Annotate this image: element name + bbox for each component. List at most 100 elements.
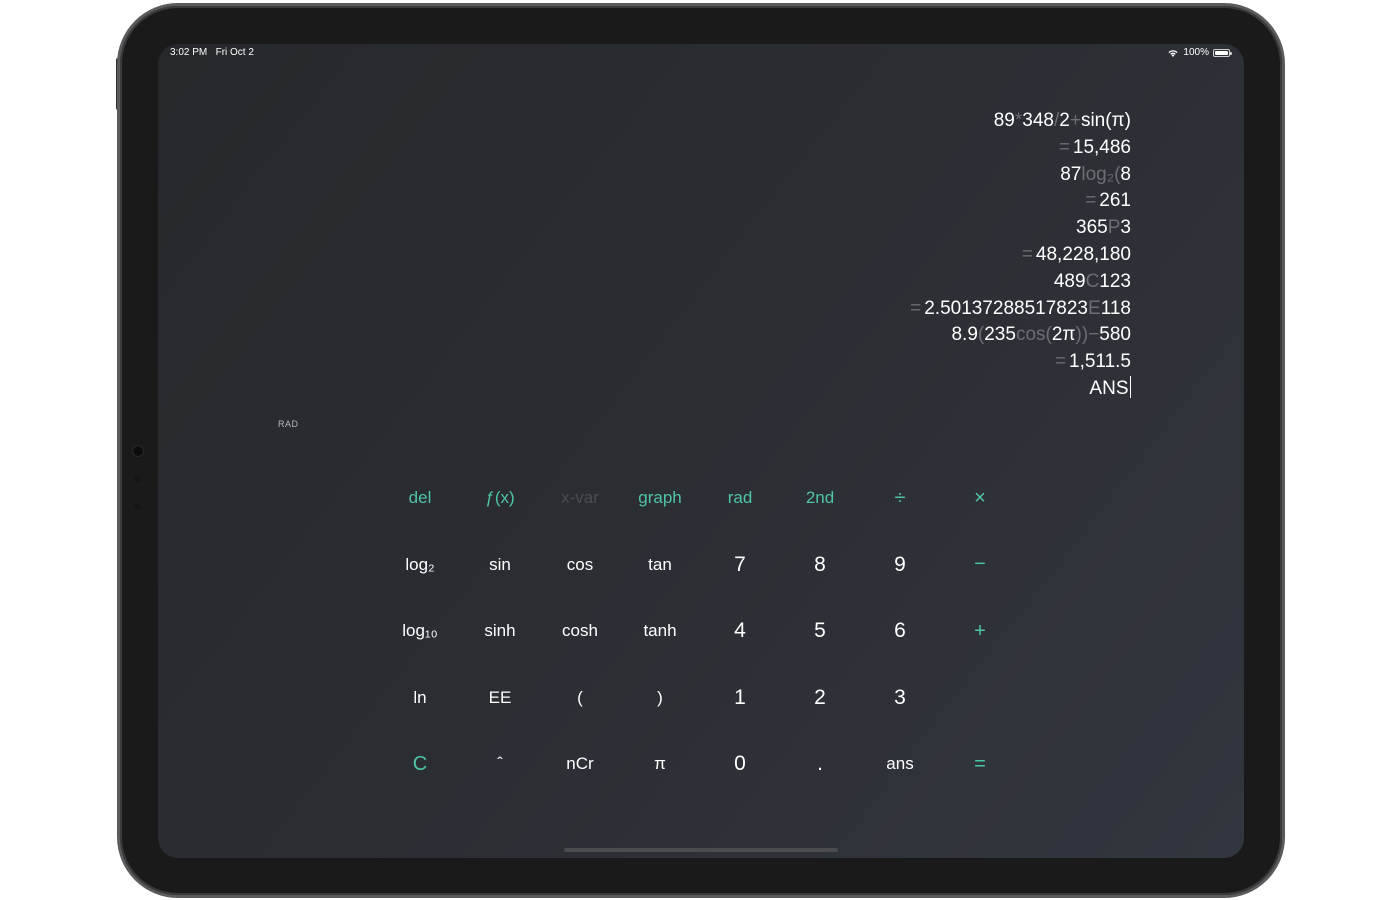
battery-fill xyxy=(1215,50,1228,55)
result-exponent: 118 xyxy=(1100,297,1131,319)
expression-operator: − xyxy=(1088,324,1100,346)
equals-sign: = xyxy=(1085,190,1097,212)
close-paren-key[interactable]: ) xyxy=(620,665,700,732)
status-date: Fri Oct 2 xyxy=(215,47,254,58)
sensor-dot xyxy=(134,503,141,510)
result-value: 48,228,180 xyxy=(1035,243,1131,265)
graph-key[interactable]: graph xyxy=(620,465,700,532)
status-bar-time: 3:02 PM Fri Oct 2 xyxy=(170,47,254,58)
keypad: del ƒ(x) x-var graph rad 2nd ÷ × log₂ sin cos tan 7 8… xyxy=(380,465,1020,798)
expression-operator: log₂( xyxy=(1081,163,1121,185)
decimal-key[interactable]: . xyxy=(780,731,860,798)
equals-sign: = xyxy=(1021,243,1033,265)
wifi-icon xyxy=(1168,49,1179,57)
history-result: = 1,511.5 xyxy=(910,349,1131,376)
expression-operand: 235 xyxy=(984,324,1016,346)
divide-key[interactable]: ÷ xyxy=(860,465,940,532)
history-expression: 489C123 xyxy=(910,269,1131,296)
del-key[interactable]: del xyxy=(380,465,460,532)
digit-2-key[interactable]: 2 xyxy=(780,665,860,732)
sin-key[interactable]: sin xyxy=(460,532,540,599)
digit-9-key[interactable]: 9 xyxy=(860,532,940,599)
sinh-key[interactable]: sinh xyxy=(460,598,540,665)
expression-operand: 87 xyxy=(1060,163,1082,185)
second-key[interactable]: 2nd xyxy=(780,465,860,532)
sensor-dot xyxy=(134,476,141,483)
expression-operand: 489 xyxy=(1053,270,1086,292)
digit-1-key[interactable]: 1 xyxy=(700,665,780,732)
expression-operand: sin(π) xyxy=(1080,110,1131,131)
cos-key[interactable]: cos xyxy=(540,532,620,599)
digit-0-key[interactable]: 0 xyxy=(700,731,780,798)
history-expression: 89*348/2+sin(π) xyxy=(910,108,1131,135)
equals-sign: = xyxy=(910,297,922,319)
calculator-screen: 3:02 PM Fri Oct 2 100% 89*348/2+sin(π) = 1… xyxy=(158,44,1244,858)
expression-operator: C xyxy=(1085,270,1100,292)
result-exponent-marker: E xyxy=(1088,297,1101,319)
expression-operand: 2 xyxy=(1059,110,1070,131)
ncr-key[interactable]: nCr xyxy=(540,731,620,798)
digit-3-key[interactable]: 3 xyxy=(860,665,940,732)
history-result: = 48,228,180 xyxy=(910,242,1131,269)
history-expression: 87log₂(8 xyxy=(910,162,1131,189)
history-result: = 261 xyxy=(910,188,1131,215)
history-result: = 2.50137288517823E118 xyxy=(910,296,1131,323)
expression-operand: 3 xyxy=(1120,217,1131,239)
front-camera xyxy=(133,446,143,456)
minus-key[interactable]: − xyxy=(940,532,1020,599)
history-result: = 15,486 xyxy=(910,135,1131,162)
fx-key[interactable]: ƒ(x) xyxy=(460,465,540,532)
battery-icon xyxy=(1213,48,1232,57)
ln-key[interactable]: ln xyxy=(380,665,460,732)
home-indicator[interactable] xyxy=(564,848,838,852)
log2-key[interactable]: log₂ xyxy=(380,532,460,599)
expression-operand: 365 xyxy=(1076,217,1108,239)
current-input[interactable]: ANS xyxy=(910,375,1131,403)
expression-operand: 348 xyxy=(1022,110,1054,131)
clear-key[interactable]: C xyxy=(380,731,460,798)
power-key[interactable]: ˆ xyxy=(460,731,540,798)
expression-operand: 580 xyxy=(1099,324,1131,346)
text-cursor xyxy=(1129,375,1131,398)
expression-operand: 2π xyxy=(1051,324,1076,346)
equals-sign: = xyxy=(1054,351,1067,373)
equals-key[interactable]: = xyxy=(940,731,1020,798)
expression-operator: cos( xyxy=(1015,324,1052,346)
result-mantissa: 2.50137288517823 xyxy=(924,297,1089,319)
digit-5-key[interactable]: 5 xyxy=(780,598,860,665)
history-expression: 365P3 xyxy=(910,215,1131,242)
x-var-key: x-var xyxy=(561,488,599,508)
cosh-key[interactable]: cosh xyxy=(540,598,620,665)
expression-operand: 8.9 xyxy=(951,324,978,346)
multiply-key[interactable]: × xyxy=(940,465,1020,532)
status-time: 3:02 PM xyxy=(170,47,208,58)
expression-operand: 89 xyxy=(993,110,1015,131)
result-value: 15,486 xyxy=(1072,136,1131,158)
status-bar-right: 100% xyxy=(1167,47,1232,58)
empty-key xyxy=(940,665,1020,732)
digit-4-key[interactable]: 4 xyxy=(700,598,780,665)
pi-key[interactable]: π xyxy=(620,731,700,798)
equals-sign: = xyxy=(1058,136,1070,158)
history-expression: 8.9(235cos(2π))−580 xyxy=(910,322,1131,349)
expression-operator: P xyxy=(1107,217,1121,239)
expression-operand: 123 xyxy=(1099,270,1131,292)
ans-key[interactable]: ans xyxy=(860,731,940,798)
digit-7-key[interactable]: 7 xyxy=(700,532,780,599)
expression-operand: 8 xyxy=(1120,163,1131,185)
log10-key[interactable]: log₁₀ xyxy=(380,598,460,665)
digit-8-key[interactable]: 8 xyxy=(780,532,860,599)
tanh-key[interactable]: tanh xyxy=(620,598,700,665)
plus-key[interactable]: + xyxy=(940,598,1020,665)
result-value: 261 xyxy=(1099,190,1131,212)
battery-percent: 100% xyxy=(1183,47,1209,58)
expression-operator: )) xyxy=(1075,324,1089,346)
digit-6-key[interactable]: 6 xyxy=(860,598,940,665)
current-input-text: ANS xyxy=(1089,377,1129,399)
angle-mode-indicator: RAD xyxy=(278,419,299,429)
open-paren-key[interactable]: ( xyxy=(540,665,620,732)
tan-key[interactable]: tan xyxy=(620,532,700,599)
rad-key[interactable]: rad xyxy=(700,465,780,532)
ee-key[interactable]: EE xyxy=(460,665,540,732)
calculation-history: 89*348/2+sin(π) = 15,486 87log₂(8 = 261 365P3 =… xyxy=(910,108,1131,403)
